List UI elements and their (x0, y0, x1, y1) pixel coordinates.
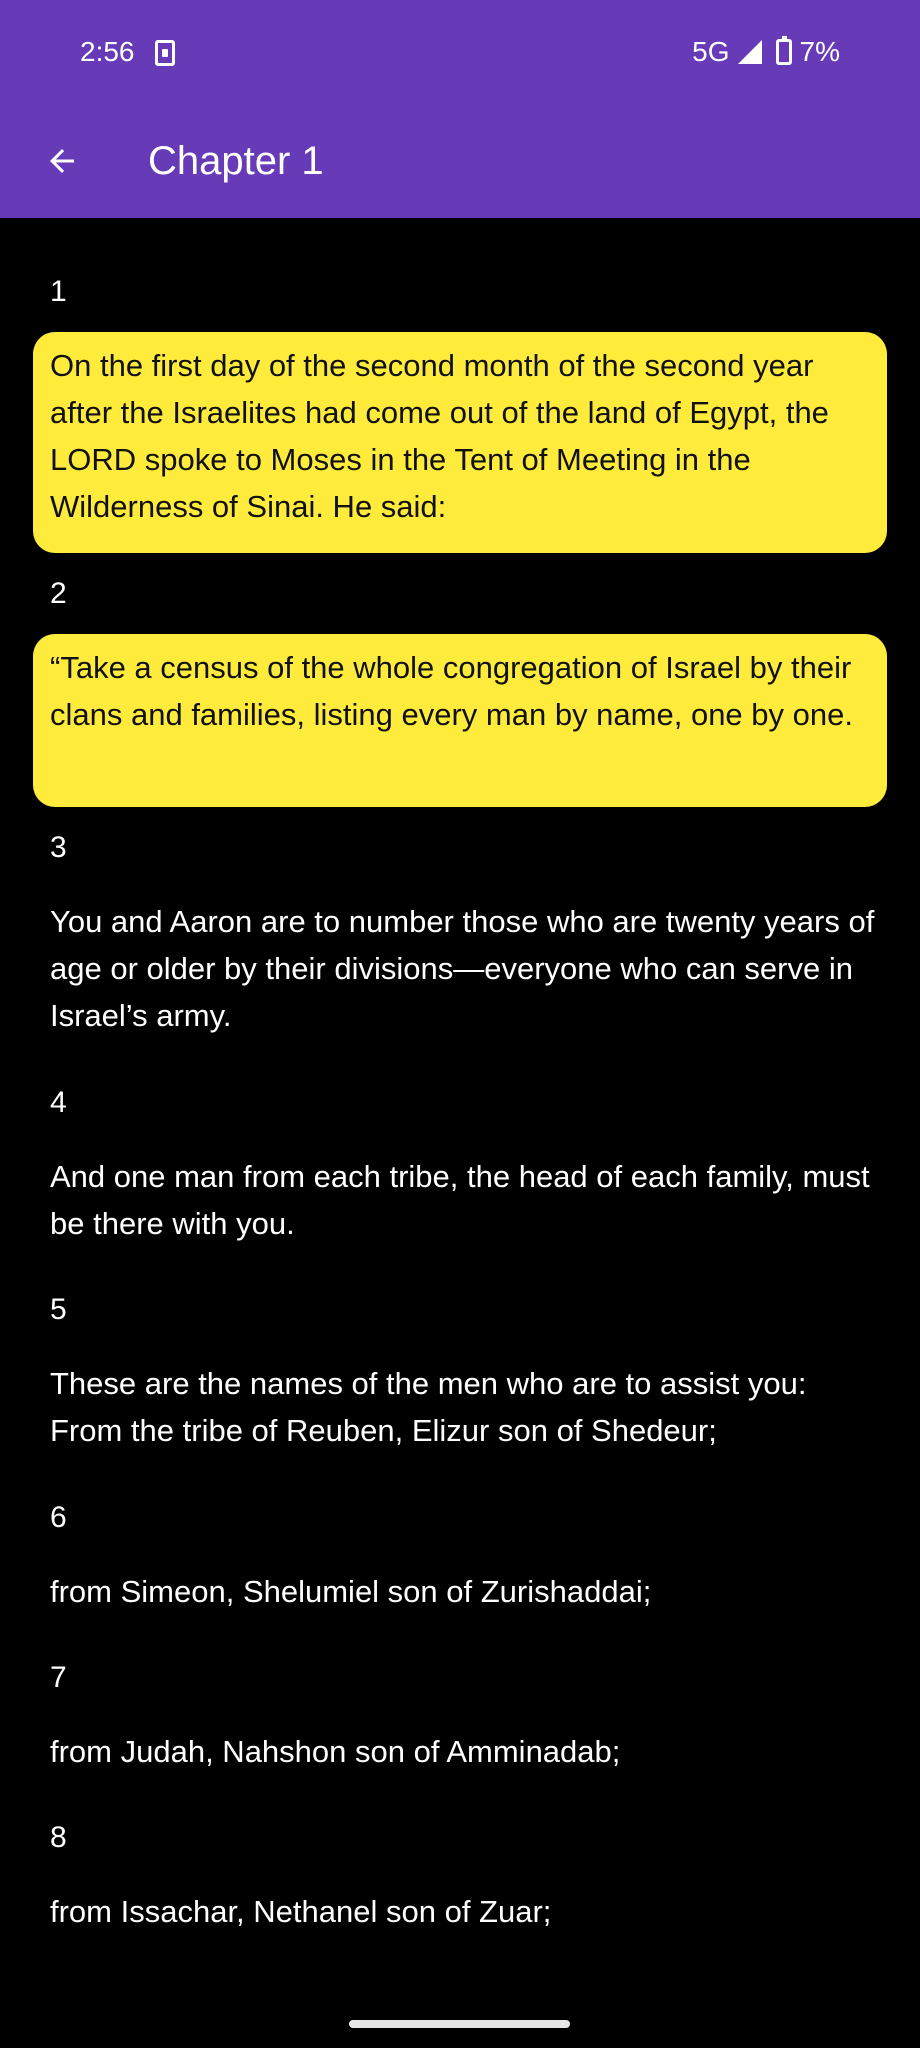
verse-text[interactable]: from Judah, Nahshon son of Amminadab; (50, 1728, 880, 1775)
verse-text[interactable]: from Issachar, Nethanel son of Zuar; (50, 1888, 880, 1935)
sim-card-icon (155, 40, 175, 66)
verse-text[interactable]: You and Aaron are to number those who ar… (50, 898, 880, 1039)
verse-number: 1 (50, 275, 67, 308)
verse-text-highlighted[interactable]: “Take a census of the whole congregation… (33, 634, 887, 807)
verse-number: 4 (50, 1086, 67, 1119)
verse-text-highlighted[interactable]: On the first day of the second month of … (33, 332, 887, 553)
verse-number: 7 (50, 1661, 67, 1694)
status-bar: 2:56 5G 7% (0, 0, 920, 104)
page-title: Chapter 1 (148, 139, 324, 183)
verse-number: 8 (50, 1821, 67, 1854)
app-bar: Chapter 1 (0, 104, 920, 218)
battery-icon (775, 36, 792, 65)
signal-icon (737, 40, 762, 64)
verse-number: 3 (50, 831, 67, 864)
arrow-left-icon (50, 149, 74, 173)
verse-text[interactable]: from Simeon, Shelumiel son of Zurishadda… (50, 1568, 880, 1615)
battery-level: 7% (799, 36, 840, 67)
back-button[interactable] (30, 129, 94, 193)
status-indicators: 5G 7% (692, 34, 840, 70)
verse-number: 5 (50, 1293, 67, 1326)
verse-text[interactable]: And one man from each tribe, the head of… (50, 1153, 880, 1247)
verse-list: 1 On the first day of the second month o… (0, 218, 920, 2048)
verse-number: 6 (50, 1501, 67, 1534)
gesture-home-bar[interactable] (349, 2020, 570, 2028)
verse-number: 2 (50, 577, 67, 610)
network-type: 5G (692, 36, 730, 67)
status-time: 2:56 (80, 36, 135, 67)
verse-text[interactable]: These are the names of the men who are t… (50, 1360, 880, 1454)
